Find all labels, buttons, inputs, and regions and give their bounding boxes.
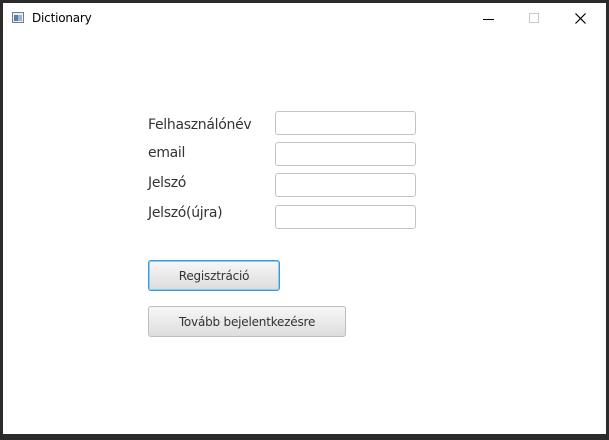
minimize-button[interactable] — [466, 3, 512, 34]
email-label: email — [148, 145, 186, 161]
register-button[interactable]: Regisztráció — [148, 260, 280, 291]
password-repeat-field[interactable] — [275, 205, 416, 229]
username-field[interactable] — [275, 111, 416, 135]
minimize-icon — [483, 19, 494, 20]
close-icon — [575, 13, 586, 24]
password-label: Jelszó — [148, 175, 187, 191]
maximize-icon — [529, 13, 539, 23]
window-title: Dictionary — [32, 11, 92, 25]
app-window: Dictionary Felhasználónév email Jelszó J… — [3, 3, 606, 434]
username-label: Felhasználónév — [148, 117, 252, 133]
continue-to-login-button[interactable]: Tovább bejelentkezésre — [148, 306, 346, 337]
close-button[interactable] — [558, 3, 604, 34]
password-field[interactable] — [275, 173, 416, 197]
app-window-icon — [12, 12, 24, 23]
maximize-button[interactable] — [512, 3, 558, 34]
title-bar[interactable]: Dictionary — [3, 3, 606, 34]
password-repeat-label: Jelszó(újra) — [148, 205, 223, 221]
email-field[interactable] — [275, 142, 416, 166]
